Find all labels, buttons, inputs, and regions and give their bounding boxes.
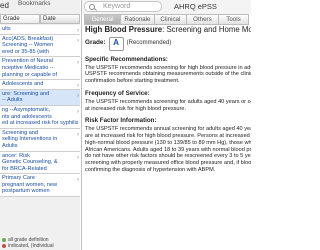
list-item[interactable]: ng --Asymptomatic, nts and adolescents ed … xyxy=(0,105,80,129)
search-placeholder: Keyword xyxy=(103,3,131,10)
chevron-right-icon: › xyxy=(77,154,79,161)
chevron-right-icon: › xyxy=(77,92,79,99)
tab-clinical[interactable]: Clinical xyxy=(153,14,186,25)
section-text: confirming the diagnosis of hypertension… xyxy=(85,166,216,173)
list-item-line: Prevention of Neural xyxy=(2,58,53,65)
recommendation-list: ults › Acc(ADS, Breakfast) Screening -- Wom… xyxy=(0,25,80,198)
search-icon xyxy=(89,4,95,10)
red-dot-icon xyxy=(2,244,6,248)
detail-tabs: General Rationale Clinical Others Tools xyxy=(84,14,250,25)
section-text: USPSTF recommends obtaining measurements… xyxy=(85,71,251,78)
sort-tab-grade[interactable]: Grade xyxy=(0,14,40,24)
list-item[interactable]: Primary Care pregnant women, new postpartu… xyxy=(0,174,80,198)
legend-label: indicated, (Individual xyxy=(8,243,54,249)
list-item-line: Primary Care xyxy=(2,175,35,182)
list-item[interactable]: Prevention of Neural nceptive Medicatio -… xyxy=(0,57,80,81)
left-panel: ed Bookmarks Grade Date ults › Acc(ADS, Br… xyxy=(0,0,80,250)
list-item-line: Adults xyxy=(2,142,18,149)
list-item-line: planning or capable of xyxy=(2,71,58,78)
tab-bookmarks[interactable]: Bookmarks xyxy=(18,0,51,7)
section-text: high-normal blood pressure (130 to 139/8… xyxy=(85,139,251,146)
section-heading: Risk Factor Information: xyxy=(85,117,157,125)
list-item-line: ed at increased risk for syphilis xyxy=(2,120,79,127)
section-heading: Frequency of Service: xyxy=(85,89,150,97)
sort-tab-date[interactable]: Date xyxy=(40,14,80,24)
list-item[interactable]: ults › xyxy=(0,25,80,35)
tab-tools[interactable]: Tools xyxy=(217,14,250,25)
top-bar: Keyword AHRQ ePSS xyxy=(82,0,251,14)
list-item-line: pregnant women, new xyxy=(2,181,58,188)
grade-note: (Recommended) xyxy=(126,40,172,47)
list-item-line: for BRCA-Related xyxy=(2,165,47,172)
list-item[interactable]: Acc(ADS, Breakfast) Screening -- Women ere… xyxy=(0,34,80,58)
list-item-line: ure: Screening and xyxy=(2,90,50,97)
list-item[interactable]: Adolescents and › xyxy=(0,80,80,90)
tab-general[interactable]: General xyxy=(84,14,120,25)
section-text: African Americans. Adults aged 18 to 39 … xyxy=(85,146,251,153)
list-item-line: nceptive Medicatio -- xyxy=(2,64,54,71)
list-item[interactable]: ancer: Risk Genetic Counseling, & for BRCA… xyxy=(0,151,80,175)
list-item-line: ng --Asymptomatic, xyxy=(2,106,51,113)
chevron-right-icon: › xyxy=(77,108,79,115)
list-item[interactable]: Screening and selling Interventions in Adu… xyxy=(0,128,80,152)
sort-tabbar: Grade Date xyxy=(0,14,80,24)
list-item-line: Screening -- Women xyxy=(2,42,54,49)
legend-footer: all grade definition indicated, (Individ… xyxy=(0,237,80,250)
section-text: screening with properly measured office … xyxy=(85,160,251,167)
list-item[interactable]: ure: Screening and -- Adults › xyxy=(0,89,80,106)
section-text: at increased risk for high blood pressur… xyxy=(85,105,187,112)
list-item-line: Screening and xyxy=(2,129,39,136)
chevron-right-icon: › xyxy=(77,37,79,44)
chevron-right-icon: › xyxy=(77,28,79,34)
section-text: confirmation before starting treatment. xyxy=(85,78,180,85)
list-item-line: ancer: Risk xyxy=(2,152,30,159)
list-item-line: selling Interventions in xyxy=(2,136,58,143)
sections: Specific Recommendations: The USPSTF reco… xyxy=(85,55,251,174)
green-dot-icon xyxy=(2,238,6,242)
chevron-right-icon: › xyxy=(77,177,79,184)
grade-row: Grade: A (Recommended) xyxy=(85,36,251,51)
section-text: The USPSTF recommends screening for high… xyxy=(85,64,251,71)
list-item-line: nts and adolescents xyxy=(2,113,52,120)
legend-row: indicated, (Individual xyxy=(0,243,80,249)
list-item-line: Genetic Counseling, & xyxy=(2,159,58,166)
section-heading: Specific Recommendations: xyxy=(85,55,168,63)
list-item-line: Acc(ADS, Breakfast) xyxy=(2,35,54,42)
section-text: are at increased risk for high blood pre… xyxy=(85,132,251,139)
left-header: ed Bookmarks xyxy=(0,0,80,14)
app-title: AHRQ ePSS xyxy=(174,2,217,11)
list-item-line: ered or 35-85 (with xyxy=(2,48,49,55)
section-text: The USPSTF recommends annual screening f… xyxy=(85,126,251,133)
title-subtitle: : Screening and Home Monitoring -- Adult… xyxy=(162,25,251,34)
page-title: High Blood Pressure: Screening and Home … xyxy=(85,25,251,34)
list-item-line: postpartum women xyxy=(2,188,50,195)
grade-label: Grade: xyxy=(85,39,106,47)
left-title: ed xyxy=(0,1,9,10)
chevron-right-icon: › xyxy=(77,60,79,67)
grade-badge: A xyxy=(108,36,124,51)
search-input[interactable]: Keyword xyxy=(84,1,162,12)
section-text: do not have other risk factors should be… xyxy=(85,153,251,160)
list-item-line: ults xyxy=(2,26,11,32)
title-topic: High Blood Pressure xyxy=(85,25,163,34)
tab-rationale[interactable]: Rationale xyxy=(119,14,154,25)
chevron-right-icon: › xyxy=(77,83,79,90)
recommendation-detail: High Blood Pressure: Screening and Home … xyxy=(85,25,251,174)
list-item-line: -- Adults xyxy=(2,97,23,104)
tab-others[interactable]: Others xyxy=(185,14,218,25)
detail-panel: Keyword AHRQ ePSS General Rationale Clin… xyxy=(81,0,251,250)
section-text: The USPSTF recommends screening for adul… xyxy=(85,98,251,105)
chevron-right-icon: › xyxy=(77,131,79,138)
list-item-line: Adolescents and xyxy=(2,81,44,88)
